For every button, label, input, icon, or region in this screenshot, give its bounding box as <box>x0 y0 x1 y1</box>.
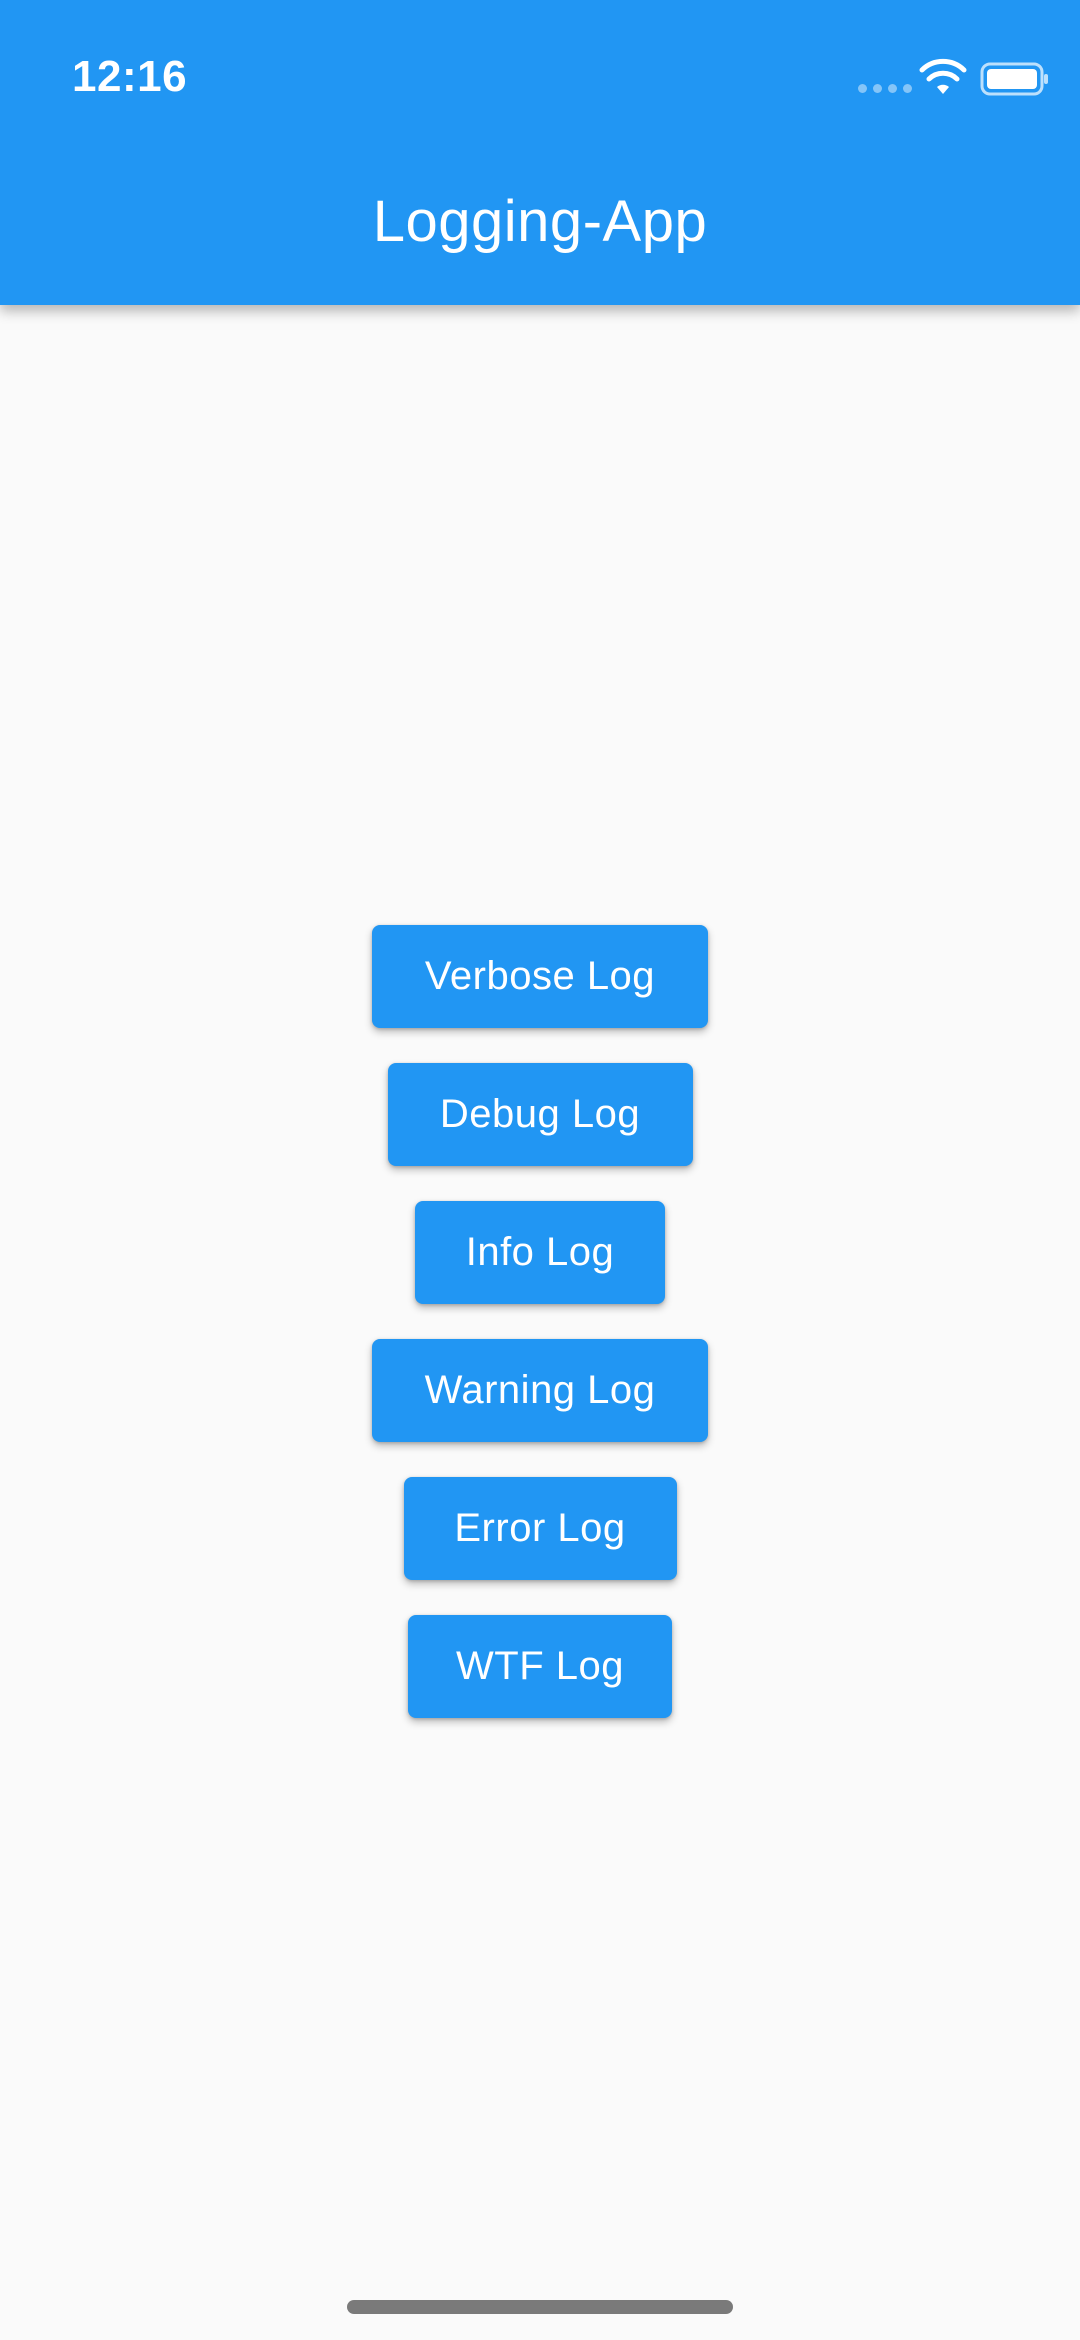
battery-icon <box>980 62 1048 96</box>
info-log-button[interactable]: Info Log <box>415 1201 665 1304</box>
error-log-button[interactable]: Error Log <box>403 1477 677 1580</box>
signal-dots-icon <box>858 84 912 93</box>
warning-log-button[interactable]: Warning Log <box>372 1339 708 1442</box>
debug-log-button[interactable]: Debug Log <box>387 1063 693 1166</box>
verbose-log-button[interactable]: Verbose Log <box>372 925 708 1028</box>
log-button-list: Verbose Log Debug Log Info Log Warning L… <box>0 925 1080 1718</box>
home-indicator[interactable] <box>347 2300 733 2314</box>
wifi-icon <box>919 58 967 94</box>
app-screen: 12:16 Logging-App Verbose Log Debug Log … <box>0 0 1080 2340</box>
wtf-log-button[interactable]: WTF Log <box>408 1615 672 1718</box>
app-bar: 12:16 Logging-App <box>0 0 1080 305</box>
page-title: Logging-App <box>372 189 708 254</box>
status-time: 12:16 <box>72 52 188 101</box>
